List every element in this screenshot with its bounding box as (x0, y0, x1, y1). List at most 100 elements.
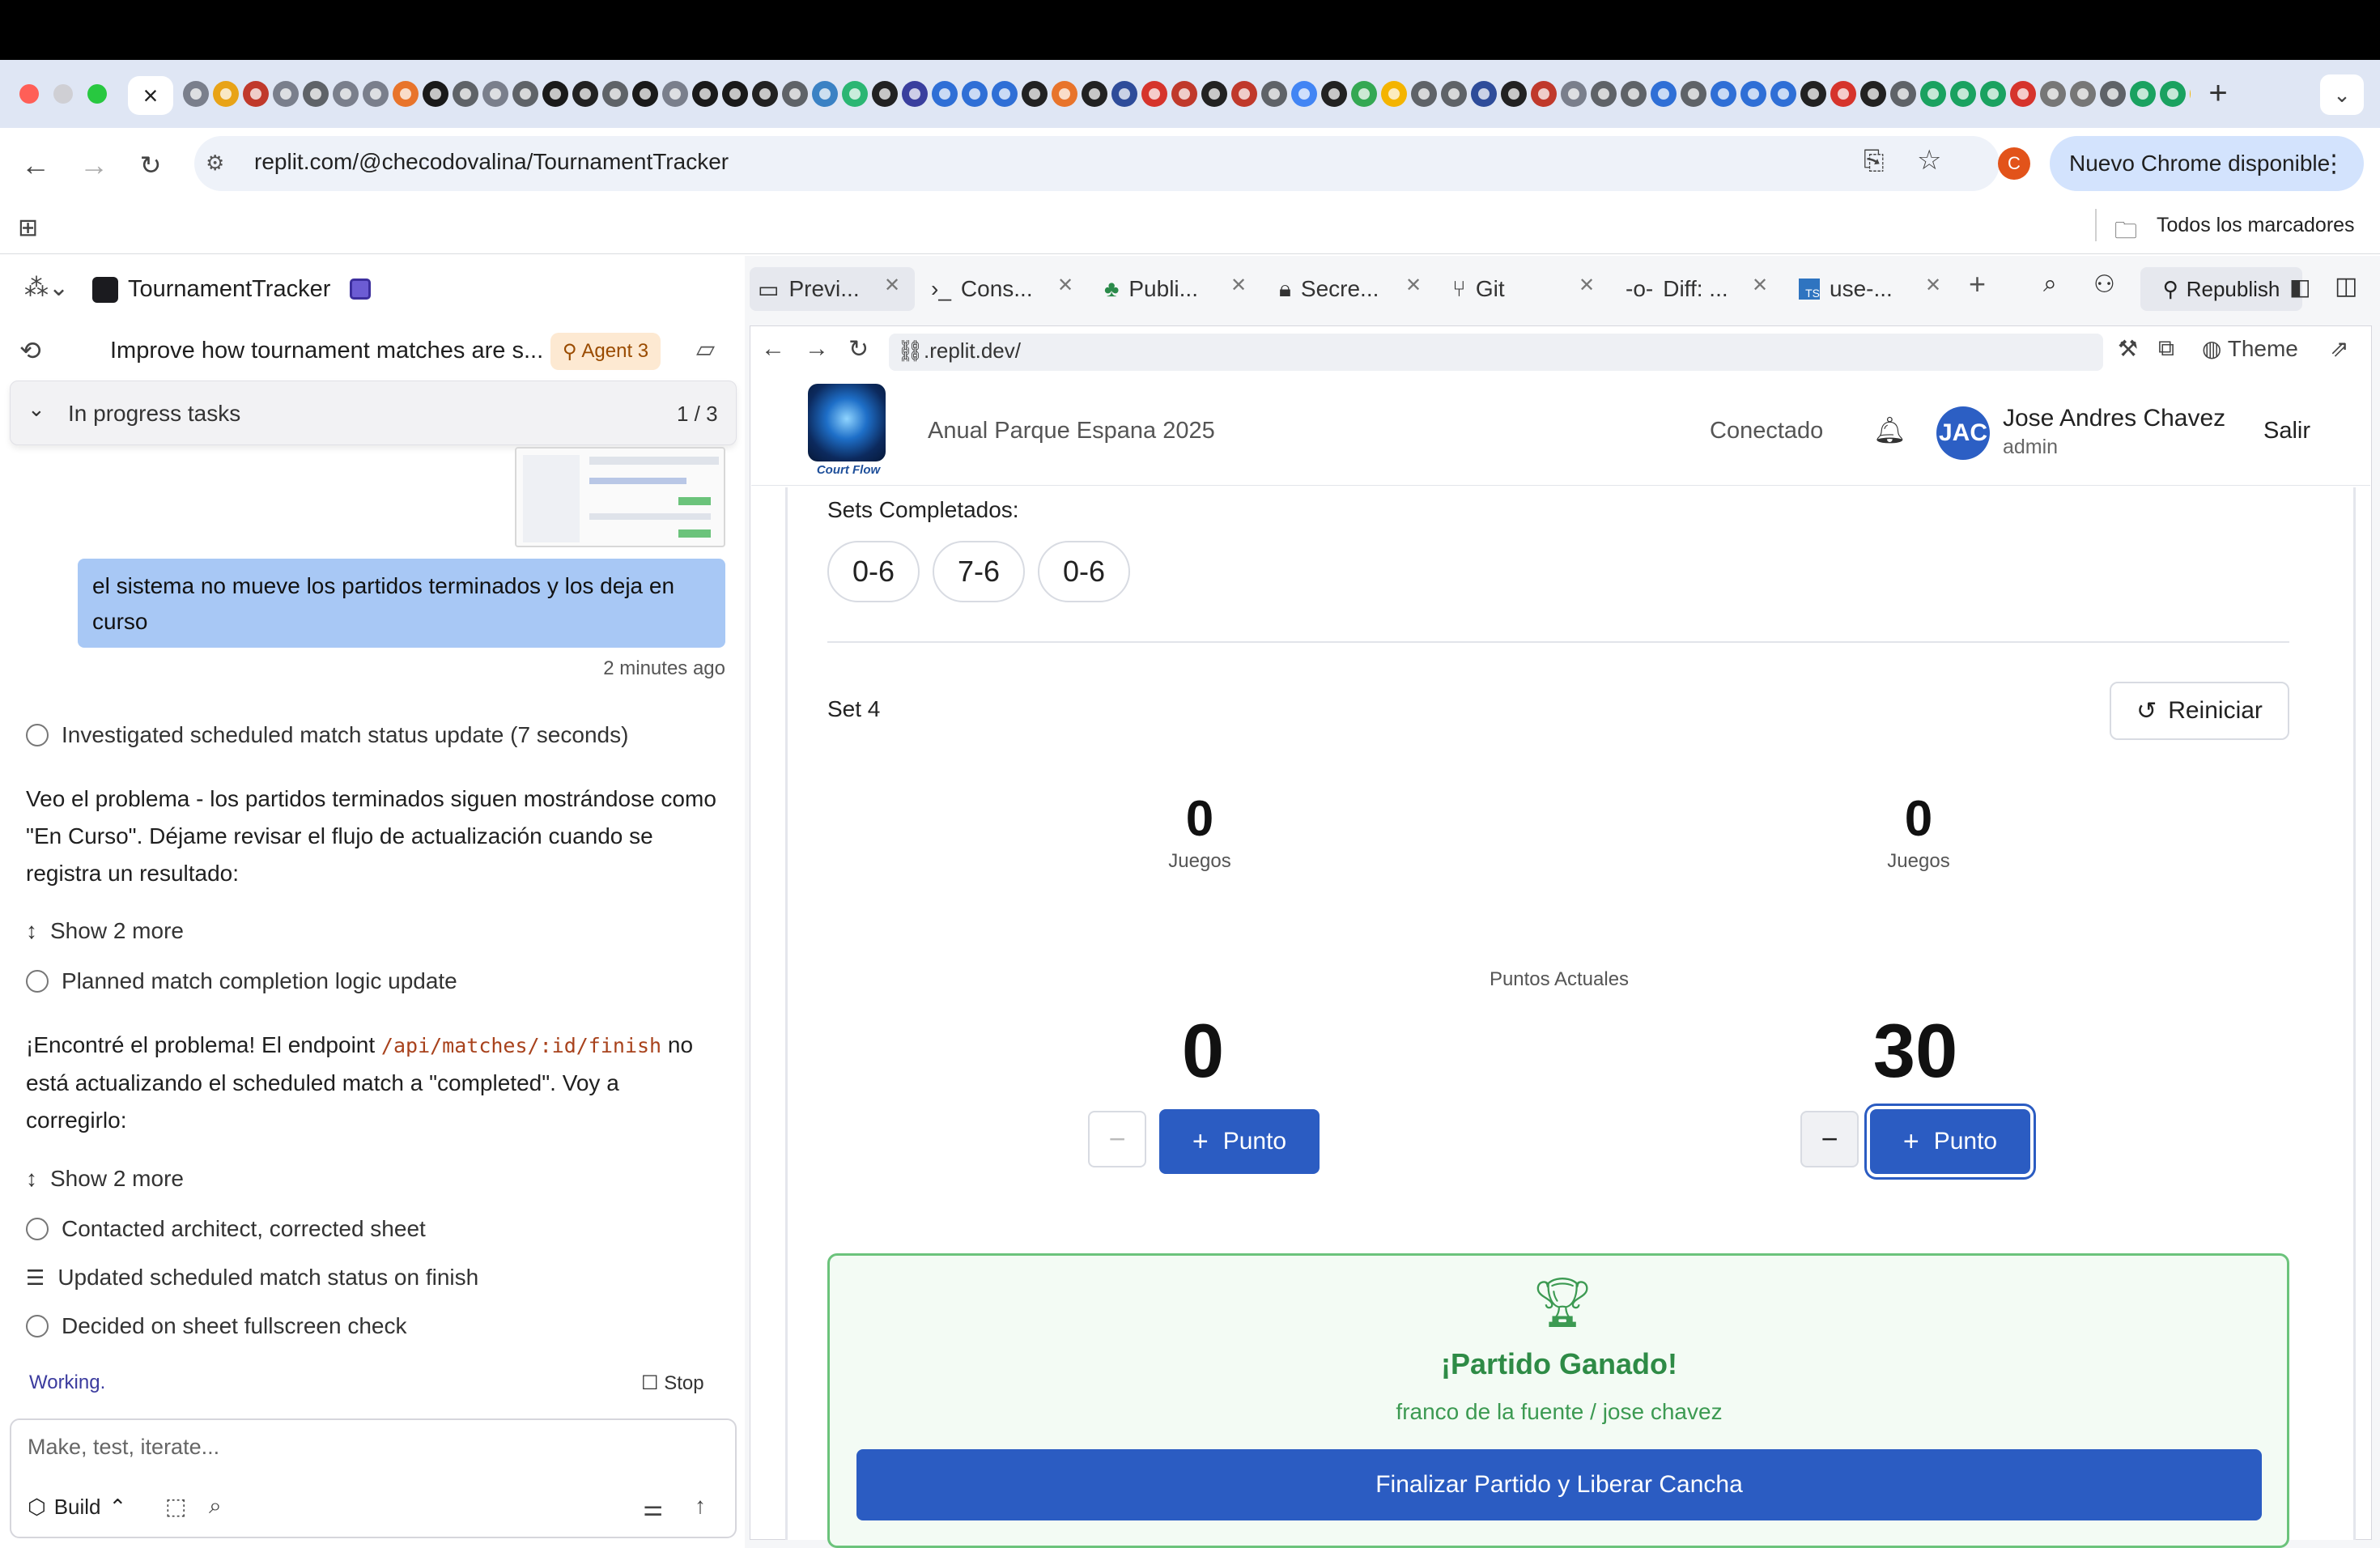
pinned-tab-favicon-icon[interactable] (1770, 81, 1796, 107)
pinned-tabs[interactable] (183, 78, 2191, 110)
pinned-tab-favicon-icon[interactable] (1651, 81, 1677, 107)
add-point-right-button[interactable]: + Punto (1870, 1109, 2030, 1174)
pinned-tab-favicon-icon[interactable] (482, 81, 508, 107)
pinned-tab-favicon-icon[interactable] (1740, 81, 1766, 107)
pinned-tab-favicon-icon[interactable] (512, 81, 538, 107)
pinned-tab-favicon-icon[interactable] (183, 81, 209, 107)
close-tab-icon[interactable]: ✕ (884, 274, 900, 297)
tab-preview[interactable]: ▭ Previ... (758, 270, 860, 308)
step-updated[interactable]: ☰ Updated scheduled match status on finis… (26, 1265, 478, 1291)
finish-match-button[interactable]: Finalizar Partido y Liberar Cancha (856, 1449, 2262, 1520)
add-tab-icon[interactable]: + (1969, 267, 1986, 301)
send-arrow-icon[interactable]: ↑ (695, 1493, 706, 1519)
pinned-tab-favicon-icon[interactable] (1711, 81, 1736, 107)
stop-button[interactable]: ☐ Stop (641, 1372, 704, 1395)
pinned-tab-favicon-icon[interactable] (2010, 81, 2036, 107)
pinned-tab-favicon-icon[interactable] (1860, 81, 1886, 107)
chrome-update-button[interactable]: Nuevo Chrome disponible ⋮ (2050, 136, 2364, 191)
pinned-tab-favicon-icon[interactable] (1980, 81, 2006, 107)
tab-diff[interactable]: -o- Diff: ... (1626, 270, 1728, 308)
minus-point-right-button[interactable]: − (1800, 1111, 1859, 1167)
pinned-tab-favicon-icon[interactable] (572, 81, 598, 107)
minimize-window-button[interactable] (53, 84, 73, 104)
pinned-tab-favicon-icon[interactable] (2040, 81, 2066, 107)
preview-url[interactable]: ⛓.replit.dev/ (897, 338, 1021, 364)
bookmark-star-icon[interactable]: ☆ (1917, 144, 1941, 176)
close-tab-icon[interactable]: ✕ (1230, 274, 1247, 297)
pinned-tab-favicon-icon[interactable] (842, 81, 868, 107)
preview-reload-icon[interactable]: ↻ (848, 335, 869, 364)
pinned-tab-favicon-icon[interactable] (1890, 81, 1916, 107)
settings-sliders-icon[interactable]: ⚌ (643, 1495, 663, 1521)
attach-paperclip-icon[interactable]: ⌕ (209, 1493, 222, 1520)
agent-badge[interactable]: ⚲ Agent 3 (550, 333, 661, 370)
pinned-tab-favicon-icon[interactable] (1171, 81, 1197, 107)
open-external-icon[interactable]: ⇗ (2330, 335, 2348, 362)
pinned-tab-favicon-icon[interactable] (1082, 81, 1107, 107)
pinned-tab-favicon-icon[interactable] (1141, 81, 1167, 107)
site-settings-icon[interactable]: ⚙ (206, 151, 224, 176)
pinned-tab-favicon-icon[interactable] (1291, 81, 1317, 107)
reload-icon[interactable]: ↻ (130, 144, 172, 186)
pinned-tab-favicon-icon[interactable] (992, 81, 1018, 107)
select-element-icon[interactable]: ⬚ (165, 1493, 186, 1520)
add-point-left-button[interactable]: + Punto (1159, 1109, 1320, 1174)
kebab-menu-icon[interactable]: ⋮ (2322, 150, 2346, 178)
pinned-tab-favicon-icon[interactable] (213, 81, 239, 107)
pinned-tab-favicon-icon[interactable] (1471, 81, 1497, 107)
pinned-tab-favicon-icon[interactable] (872, 81, 898, 107)
profile-avatar[interactable]: C (1998, 147, 2030, 180)
search-icon[interactable]: ⌕ (2043, 270, 2057, 298)
close-tab-icon[interactable]: ✕ (1405, 274, 1422, 297)
pinned-tab-favicon-icon[interactable] (1501, 81, 1527, 107)
tab-secrets[interactable]: 🔒︎ Secre... (1279, 270, 1379, 308)
pinned-tab-favicon-icon[interactable] (393, 81, 419, 107)
minus-point-left-button[interactable]: − (1088, 1111, 1146, 1167)
pinned-tab-favicon-icon[interactable] (363, 81, 389, 107)
close-tab-icon[interactable]: ✕ (1057, 274, 1073, 297)
close-tab-icon[interactable]: ✕ (1752, 274, 1768, 297)
step-planned[interactable]: Planned match completion logic update (26, 968, 457, 994)
pinned-tab-favicon-icon[interactable] (423, 81, 448, 107)
pinned-tab-favicon-icon[interactable] (812, 81, 838, 107)
pinned-tab-favicon-icon[interactable] (782, 81, 808, 107)
tab-search-chevron-icon[interactable]: ⌄ (2320, 74, 2364, 115)
bell-icon[interactable]: 🔔︎ (1873, 415, 1906, 445)
pinned-tab-favicon-icon[interactable] (1231, 81, 1257, 107)
install-app-icon[interactable]: ⎘ (1864, 146, 1885, 176)
pinned-tab-favicon-icon[interactable] (453, 81, 478, 107)
chat-input[interactable]: Make, test, iterate... (28, 1435, 219, 1460)
pinned-tab-favicon-icon[interactable] (1681, 81, 1706, 107)
pinned-tab-favicon-icon[interactable] (243, 81, 269, 107)
court-flow-logo[interactable] (808, 384, 886, 461)
devtools-wrench-icon[interactable]: ⚒ (2118, 335, 2138, 362)
step-investigated[interactable]: Investigated scheduled match status upda… (26, 722, 628, 748)
show-more-2[interactable]: ↕ Show 2 more (26, 1166, 184, 1192)
tab-git[interactable]: ⑂ Git (1452, 270, 1505, 308)
pinned-tab-favicon-icon[interactable] (1800, 81, 1826, 107)
pinned-tab-favicon-icon[interactable] (2070, 81, 2096, 107)
tab-file[interactable]: TS use-... (1799, 270, 1893, 308)
pinned-tab-favicon-icon[interactable] (2160, 81, 2186, 107)
preview-forward-icon[interactable]: → (805, 335, 829, 363)
sidebar-toggle-icon[interactable]: ◫ (2335, 272, 2357, 300)
tab-publish[interactable]: ♣ Publi... (1104, 270, 1198, 308)
reset-button[interactable]: ↺ Reiniciar (2110, 682, 2289, 740)
forward-arrow-icon[interactable]: → (73, 144, 115, 186)
pinned-tab-favicon-icon[interactable] (1561, 81, 1587, 107)
build-mode-button[interactable]: ⬡ Build ⌃ (28, 1495, 126, 1520)
pinned-tab-favicon-icon[interactable] (1381, 81, 1407, 107)
pinned-tab-favicon-icon[interactable] (1920, 81, 1946, 107)
theme-button[interactable]: ◍ Theme (2202, 335, 2298, 362)
chevron-down-icon[interactable]: ⌄ (28, 397, 45, 422)
zoom-window-button[interactable] (87, 84, 107, 104)
pinned-tab-favicon-icon[interactable] (1441, 81, 1467, 107)
pinned-tab-favicon-icon[interactable] (1111, 81, 1137, 107)
pinned-tab-favicon-icon[interactable] (962, 81, 988, 107)
pinned-tab-favicon-icon[interactable] (692, 81, 718, 107)
pinned-tab-favicon-icon[interactable] (542, 81, 568, 107)
pinned-tab-favicon-icon[interactable] (602, 81, 628, 107)
preview-back-icon[interactable]: ← (761, 335, 785, 363)
pinned-tab-favicon-icon[interactable] (632, 81, 658, 107)
apps-grid-icon[interactable]: ⊞ (18, 214, 38, 242)
